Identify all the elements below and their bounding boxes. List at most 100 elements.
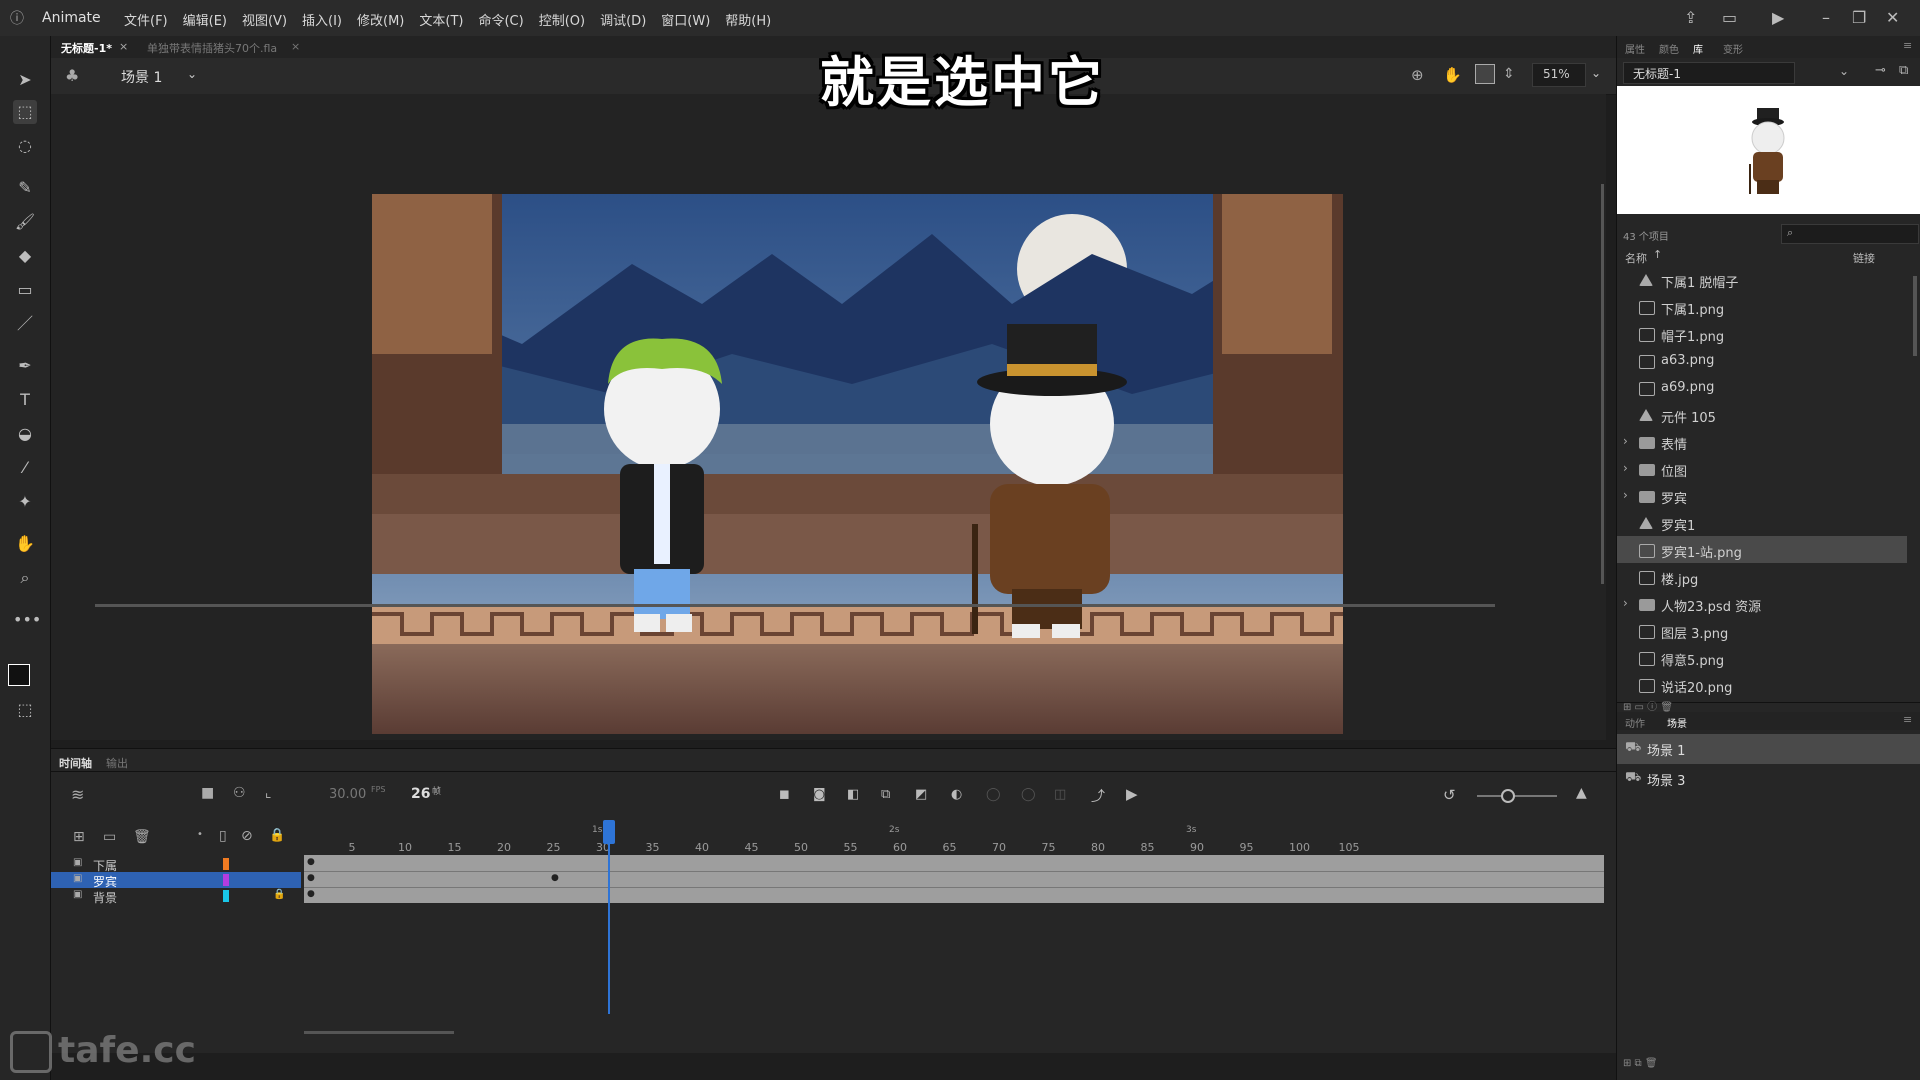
onion-skin-icon[interactable]: ◐ <box>951 787 962 802</box>
new-library-icon[interactable]: ⧉ <box>1899 63 1908 78</box>
panel-menu-icon[interactable]: ≡ <box>1903 713 1912 726</box>
menu-item[interactable]: 插入(I) <box>302 10 342 29</box>
info-icon[interactable]: ⓘ <box>10 8 24 28</box>
menu-item[interactable]: 调试(D) <box>600 10 646 29</box>
insert-keyframe-icon[interactable]: ⧉ <box>881 787 890 802</box>
sort-up-icon[interactable]: ↑ <box>1653 248 1662 261</box>
play-icon[interactable]: ▶ <box>1126 785 1138 803</box>
horizontal-scrollbar[interactable] <box>95 604 1495 607</box>
current-frame[interactable]: 26 <box>411 786 430 802</box>
blank-keyframe-icon[interactable]: ◩ <box>915 787 927 802</box>
eraser-tool-icon[interactable]: ◆ <box>13 244 37 268</box>
layer-row[interactable]: ▣ 下属 <box>51 856 301 873</box>
library-item[interactable]: 下属1.png <box>1617 293 1907 320</box>
camera-icon[interactable]: ■ <box>201 785 214 801</box>
library-item[interactable]: 说话20.png <box>1617 671 1907 698</box>
library-item[interactable]: 图层 3.png <box>1617 617 1907 644</box>
close-icon[interactable]: × <box>291 40 300 53</box>
chevron-right-icon[interactable]: › <box>1623 596 1628 610</box>
doc-tab[interactable]: 单独带表情插猪头70个.fla <box>147 40 277 56</box>
stroke-color-swatch[interactable] <box>8 664 30 686</box>
library-item[interactable]: › 位图 <box>1617 455 1907 482</box>
mountain-icon[interactable]: ▲ <box>1576 785 1587 801</box>
line-tool-icon[interactable]: ／ <box>13 312 37 336</box>
library-item[interactable]: a63.png <box>1617 347 1907 374</box>
menu-item[interactable]: 帮助(H) <box>725 10 771 29</box>
menu-item[interactable]: 视图(V) <box>242 10 287 29</box>
zoom-slider-handle[interactable] <box>1501 789 1515 803</box>
eyedropper-icon[interactable]: ⁄ <box>13 456 37 480</box>
library-item[interactable]: › 表情 <box>1617 428 1907 455</box>
scene-select[interactable]: 场景 1 <box>121 67 162 87</box>
visibility-icon[interactable]: ⊘ <box>241 828 253 844</box>
library-item[interactable]: 罗宾1-站.png <box>1617 536 1907 563</box>
close-icon[interactable]: ✕ <box>1886 8 1899 27</box>
pencil-tool-icon[interactable]: ✎ <box>13 176 37 200</box>
library-item[interactable]: a69.png <box>1617 374 1907 401</box>
library-item[interactable]: › 人物23.psd 资源 <box>1617 590 1907 617</box>
vertical-scrollbar[interactable] <box>1601 184 1604 584</box>
scene-footer-icons[interactable]: ⊞ ⧉ 🗑 <box>1623 1058 1658 1069</box>
doc-tab-active[interactable]: 无标题-1* <box>61 40 112 56</box>
pin-icon[interactable]: ⊸ <box>1875 63 1886 78</box>
free-transform-tool-icon[interactable]: ⬚ <box>13 100 37 124</box>
panel-menu-icon[interactable]: ≡ <box>1903 39 1912 52</box>
tab-transform[interactable]: 变形 <box>1723 41 1743 56</box>
tab-actions[interactable]: 动作 <box>1625 715 1645 730</box>
share-icon[interactable]: ⇪ <box>1684 8 1697 27</box>
text-tool-icon[interactable]: T <box>13 388 37 412</box>
hand-icon[interactable]: ✋ <box>1443 66 1462 84</box>
tab-scene[interactable]: 场景 <box>1667 715 1687 730</box>
menu-item[interactable]: 窗口(W) <box>661 10 710 29</box>
chevron-down-icon[interactable]: ⌄ <box>1591 66 1601 80</box>
chevron-down-icon[interactable]: ⌄ <box>1839 64 1849 78</box>
layer-row[interactable]: ▣ 背景 🔒 <box>51 888 301 905</box>
lock-icon[interactable]: 🔒 <box>273 889 285 900</box>
graph-icon[interactable]: ⌞ <box>265 785 272 801</box>
chevron-right-icon[interactable]: › <box>1623 434 1628 448</box>
panel-icon[interactable]: ▭ <box>1722 8 1737 27</box>
chevron-right-icon[interactable]: › <box>1623 488 1628 502</box>
selection-tool-icon[interactable]: ➤ <box>13 68 37 92</box>
library-footer-icons[interactable]: ⊞ ▭ ⓘ 🗑 <box>1623 698 1673 713</box>
first-frame-icon[interactable]: ◼ <box>779 787 790 802</box>
library-item[interactable]: › 罗宾 <box>1617 482 1907 509</box>
hand-tool-icon[interactable]: ✋ <box>13 532 37 556</box>
paint-bucket-icon[interactable]: ◒ <box>13 422 37 446</box>
brush-tool-icon[interactable]: 🖌 <box>13 210 37 234</box>
parenting-icon[interactable]: ⚇ <box>233 785 246 801</box>
pin-tool-icon[interactable]: ✦ <box>13 490 37 514</box>
library-item[interactable]: 帽子1.png <box>1617 320 1907 347</box>
loop-icon[interactable]: ⤴ <box>1091 786 1105 806</box>
keyframe-dot[interactable]: ● <box>551 873 559 883</box>
layers-icon[interactable]: ≋ <box>71 785 84 804</box>
menu-item[interactable]: 修改(M) <box>357 10 404 29</box>
new-folder-icon[interactable]: ▭ <box>103 829 116 845</box>
zoom-field[interactable]: 51% <box>1543 67 1570 81</box>
menu-item[interactable]: 编辑(E) <box>183 10 227 29</box>
delete-layer-icon[interactable]: 🗑 <box>133 829 151 845</box>
frames-grid[interactable] <box>304 855 1604 903</box>
zoom-tool-icon[interactable]: ⌕ <box>13 566 37 590</box>
keyframe-dot[interactable]: ● <box>307 889 315 899</box>
new-layer-icon[interactable]: ⊞ <box>73 829 85 845</box>
lasso-tool-icon[interactable]: ◌ <box>13 134 37 158</box>
tab-color[interactable]: 颜色 <box>1659 41 1679 56</box>
outline-icon[interactable]: ▯ <box>219 828 227 844</box>
layer-color-swatch[interactable] <box>223 858 229 870</box>
column-link[interactable]: 链接 <box>1853 250 1875 266</box>
layer-row[interactable]: ▣ 罗宾 <box>51 872 301 889</box>
stage-canvas[interactable] <box>372 194 1343 734</box>
transform-icon[interactable]: ⬚ <box>13 698 37 722</box>
menu-item[interactable]: 文件(F) <box>124 10 168 29</box>
pen-tool-icon[interactable]: ✒ <box>13 354 37 378</box>
library-item[interactable]: 元件 105 <box>1617 401 1907 428</box>
minimize-icon[interactable]: – <box>1822 8 1830 27</box>
keyframe-dot[interactable]: ● <box>307 873 315 883</box>
close-icon[interactable]: × <box>119 40 128 53</box>
tab-properties[interactable]: 属性 <box>1625 41 1645 56</box>
library-item[interactable]: 楼.jpg <box>1617 563 1907 590</box>
highlight-icon[interactable]: • <box>197 829 203 840</box>
more-tools-icon[interactable]: ••• <box>13 608 41 632</box>
chevron-right-icon[interactable]: › <box>1623 461 1628 475</box>
